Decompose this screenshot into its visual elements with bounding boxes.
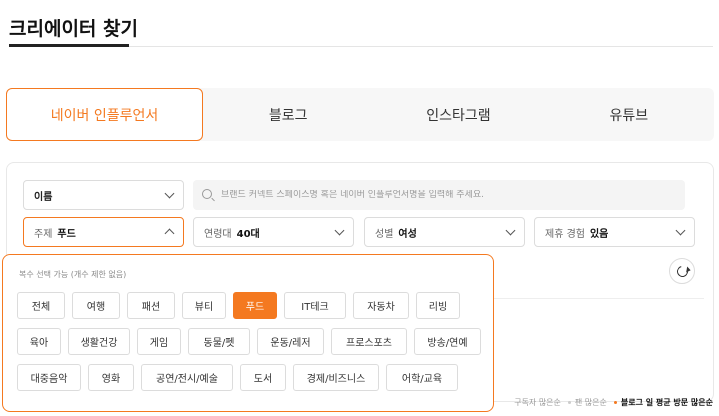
chevron-down-icon (164, 188, 175, 199)
chevron-down-icon (334, 225, 345, 236)
topic-select-label: 주제 (34, 228, 53, 240)
search-type-select[interactable]: 이름 (23, 180, 184, 210)
topic-chip[interactable]: 프로스포츠 (331, 328, 407, 355)
search-type-value: 이름 (34, 191, 53, 203)
topic-chip[interactable]: 동물/펫 (188, 328, 250, 355)
gender-select-label: 성별 (375, 228, 394, 240)
gender-select-value: 여성 (398, 228, 417, 240)
chevron-down-icon (505, 225, 516, 236)
search-box (193, 180, 685, 210)
platform-tabs: 네이버 인플루언서 블로그 인스타그램 유튜브 (6, 88, 714, 141)
topic-chip[interactable]: 도서 (240, 364, 286, 391)
topic-chip[interactable]: 전체 (17, 292, 65, 319)
topic-chip[interactable]: IT테크 (284, 292, 346, 319)
chevron-up-icon (164, 228, 175, 239)
tab-naver-influencer[interactable]: 네이버 인플루언서 (6, 88, 203, 141)
topic-chip[interactable]: 방송/연예 (414, 328, 481, 355)
topic-chip[interactable]: 운동/레저 (257, 328, 324, 355)
dot-icon (567, 401, 571, 404)
topic-dropdown: 복수 선택 가능 (개수 제한 없음) 전체 여행 패션 뷰티 푸드 IT테크 … (2, 254, 494, 412)
reset-filters-button[interactable] (669, 258, 695, 284)
title-underline (9, 44, 129, 47)
topic-chip-selected[interactable]: 푸드 (233, 292, 277, 319)
search-input[interactable] (221, 190, 685, 200)
dropdown-hint: 복수 선택 가능 (개수 제한 없음) (19, 270, 127, 279)
sort-option-active[interactable]: 블로그 일 평균 방문 많은순 (613, 397, 713, 408)
sort-option[interactable]: 구독자 많은순 (514, 397, 561, 408)
experience-select-label: 제휴 경험 (545, 228, 585, 240)
search-icon (202, 189, 212, 199)
topic-chip[interactable]: 어학/교육 (386, 364, 458, 391)
topic-chip[interactable]: 육아 (17, 328, 61, 355)
age-select-label: 연령대 (204, 228, 232, 240)
topic-chip[interactable]: 게임 (137, 328, 181, 355)
topic-chip[interactable]: 대중음악 (17, 364, 81, 391)
topic-select[interactable]: 주제 푸드 (23, 217, 184, 247)
experience-select[interactable]: 제휴 경험 있음 (534, 217, 695, 247)
refresh-icon (674, 263, 690, 279)
sort-option[interactable]: 팬 많은순 (567, 397, 607, 408)
tab-instagram[interactable]: 인스타그램 (373, 88, 543, 141)
experience-select-value: 있음 (589, 228, 609, 240)
age-select-value: 40대 (236, 228, 260, 240)
topic-chip[interactable]: 뷰티 (182, 292, 226, 319)
topic-chip[interactable]: 여행 (72, 292, 120, 319)
topic-chip[interactable]: 공연/전시/예술 (141, 364, 233, 391)
dot-icon (613, 401, 617, 404)
sort-divider (494, 298, 704, 299)
chip-row: 전체 여행 패션 뷰티 푸드 IT테크 자동차 리빙 (17, 292, 467, 319)
topic-chip[interactable]: 패션 (127, 292, 175, 319)
topic-chip[interactable]: 생활건강 (68, 328, 130, 355)
chip-row: 육아 생활건강 게임 동물/펫 운동/레저 프로스포츠 방송/연예 (17, 328, 488, 355)
age-select[interactable]: 연령대 40대 (193, 217, 354, 247)
chevron-down-icon (675, 225, 686, 236)
chip-row: 대중음악 영화 공연/전시/예술 도서 경제/비즈니스 어학/교육 (17, 364, 465, 391)
topic-chip[interactable]: 경제/비즈니스 (293, 364, 379, 391)
topic-select-value: 푸드 (57, 228, 76, 240)
topic-chip[interactable]: 영화 (88, 364, 134, 391)
tab-youtube[interactable]: 유튜브 (544, 88, 714, 141)
topic-chip[interactable]: 자동차 (353, 292, 409, 319)
page-title: 크리에이터 찾기 (9, 18, 138, 40)
topic-chip[interactable]: 리빙 (416, 292, 460, 319)
tab-blog[interactable]: 블로그 (203, 88, 373, 141)
sort-options: 구독자 많은순 팬 많은순 블로그 일 평균 방문 많은순 (507, 397, 713, 408)
gender-select[interactable]: 성별 여성 (364, 217, 525, 247)
